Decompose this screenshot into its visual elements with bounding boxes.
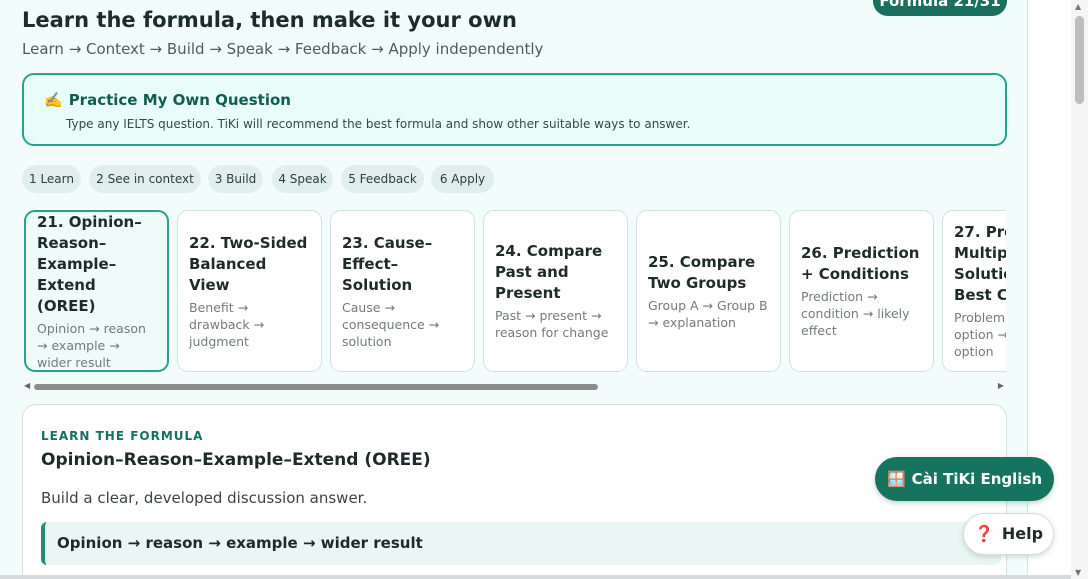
practice-title: ✍️ Practice My Own Question [44, 91, 291, 109]
question-mark-icon: ❓ [973, 524, 994, 543]
practice-own-question-button[interactable]: ✍️ Practice My Own Question Type any IELT… [22, 73, 1007, 146]
tab-build[interactable]: 3 Build [208, 165, 263, 193]
formula-card-22[interactable]: 22. Two-Sided Balanced View Benefit → dr… [177, 210, 322, 372]
practice-description: Type any IELTS question. TiKi will recom… [66, 117, 691, 131]
learn-formula-card: LEARN THE FORMULA Opinion–Reason–Example… [22, 404, 1007, 579]
tab-apply[interactable]: 6 Apply [431, 165, 494, 193]
formula-card-title: 22. Two-Sided Balanced View [189, 233, 308, 294]
page: Formula 21/31 Learn the formula, then ma… [0, 0, 1088, 579]
formula-counter-badge: Formula 21/31 [873, 0, 1007, 16]
windows-icon: 🪟 [886, 470, 906, 488]
formula-card-description: Cause → consequence → solution [342, 299, 440, 349]
practice-title-text: Practice My Own Question [68, 91, 291, 109]
tab-feedback[interactable]: 5 Feedback [341, 165, 424, 193]
formula-card-title: 23. Cause–Effect–Solution [342, 233, 433, 294]
formula-card-title: 25. Compare Two Groups [648, 252, 756, 292]
formula-card-description: Opinion → reason → example → wider resul… [37, 320, 146, 370]
formula-card-description: Prediction → condition → likely effect [801, 289, 910, 338]
formula-card-21[interactable]: 21. Opinion–Reason–Example–Extend (OREE)… [24, 210, 169, 372]
tab-see-in-context[interactable]: 2 See in context [89, 165, 201, 193]
formula-card-description: Group A → Group B → explanation [648, 297, 768, 330]
bottom-divider [0, 575, 1071, 579]
formula-card-title: 21. Opinion–Reason–Example–Extend (OREE) [37, 212, 142, 315]
page-title: Learn the formula, then make it your own [22, 8, 517, 32]
formula-card-25[interactable]: 25. Compare Two Groups Group A → Group B… [636, 210, 781, 372]
scroll-up-arrow-icon[interactable]: ▲ [1075, 2, 1081, 11]
formula-card-title: 27. Problem–Multiple Solutions–Best Choi… [954, 223, 1006, 304]
help-button[interactable]: ❓ Help [963, 513, 1054, 555]
writing-hand-icon: ✍️ [44, 91, 63, 109]
formula-card-description: Benefit → drawback → judgment [189, 299, 265, 349]
scroll-down-arrow-icon[interactable]: ▼ [1075, 568, 1081, 577]
formula-card-27[interactable]: 27. Problem–Multiple Solutions–Best Choi… [942, 210, 1006, 372]
formula-card-title: 26. Prediction + Conditions [801, 244, 920, 283]
formula-card-title: 24. Compare Past and Present [495, 242, 603, 302]
install-label: Cài TiKi English [911, 470, 1043, 488]
page-vertical-scrollbar[interactable]: ▲ ▼ [1071, 0, 1088, 579]
learn-kicker: LEARN THE FORMULA [41, 429, 204, 443]
page-scrollbar-thumb[interactable] [1075, 16, 1084, 104]
formula-card-carousel: 21. Opinion–Reason–Example–Extend (OREE)… [22, 209, 1006, 373]
formula-sequence: Opinion → reason → example → wider resul… [41, 522, 1001, 565]
help-label: Help [1001, 524, 1044, 543]
formula-card-23[interactable]: 23. Cause–Effect–Solution Cause → conseq… [330, 210, 475, 372]
scroll-left-arrow-icon[interactable]: ◀ [24, 380, 30, 392]
formula-card-description: Past → present → reason for change [495, 308, 609, 340]
learn-formula-name: Opinion–Reason–Example–Extend (OREE) [41, 450, 431, 470]
learn-formula-description: Build a clear, developed discussion answ… [41, 489, 368, 507]
tab-learn[interactable]: 1 Learn [22, 165, 81, 193]
formula-card-26[interactable]: 26. Prediction + Conditions Prediction →… [789, 210, 934, 372]
tab-speak[interactable]: 4 Speak [272, 165, 333, 193]
carousel-horizontal-scrollbar[interactable]: ◀ ▶ [22, 380, 1006, 392]
scrollbar-thumb[interactable] [34, 384, 598, 390]
formula-card-24[interactable]: 24. Compare Past and Present Past → pres… [483, 210, 628, 372]
scroll-right-arrow-icon[interactable]: ▶ [998, 380, 1004, 392]
formula-card-description: Problem → one → option → best option [954, 310, 1006, 359]
install-tiki-english-button[interactable]: 🪟 Cài TiKi English [875, 457, 1054, 501]
page-subtitle: Learn → Context → Build → Speak → Feedba… [22, 40, 544, 58]
